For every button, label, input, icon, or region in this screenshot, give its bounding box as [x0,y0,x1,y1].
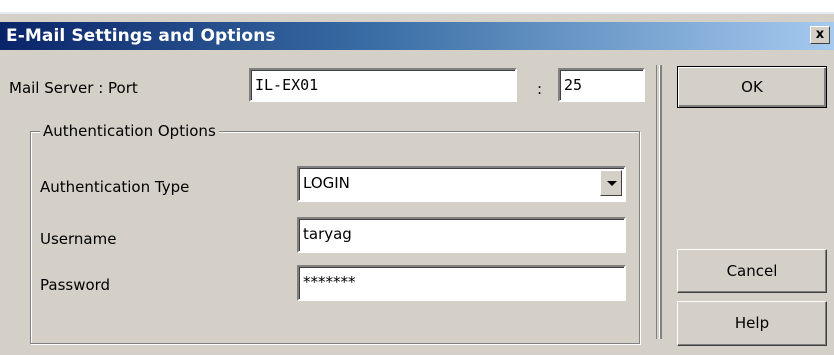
port-separator: : [537,80,543,98]
authentication-type-label: Authentication Type [40,178,190,196]
password-input[interactable]: ******* [297,265,626,301]
username-input[interactable]: taryag [297,217,626,253]
password-label: Password [40,276,111,294]
authentication-type-value: LOGIN [303,174,350,192]
mail-server-label: Mail Server : Port [9,79,138,97]
username-label: Username [40,230,117,248]
chevron-down-icon[interactable] [600,170,622,196]
vertical-separator [656,65,660,339]
window-title: E-Mail Settings and Options [6,26,276,46]
help-button[interactable]: Help [677,301,827,346]
mail-server-input[interactable]: IL-EX01 [249,68,517,102]
port-input[interactable]: 25 [558,68,645,102]
ok-button[interactable]: OK [677,66,827,108]
cancel-button[interactable]: Cancel [677,249,827,293]
authentication-type-select[interactable]: LOGIN [297,166,626,202]
title-bar[interactable]: E-Mail Settings and Options x [0,22,834,50]
authentication-group-label: Authentication Options [40,122,219,140]
close-icon[interactable]: x [810,26,830,44]
